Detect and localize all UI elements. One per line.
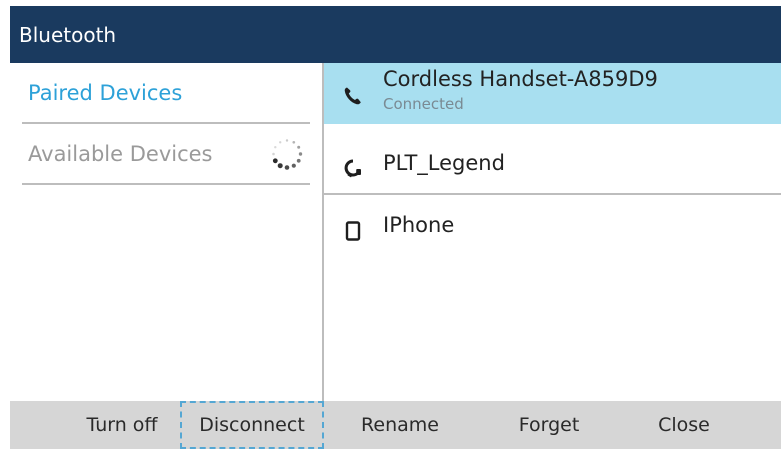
softkey-bar: Turn off Disconnect Rename Forget Close — [10, 401, 781, 449]
sidebar-item-available-devices[interactable]: Available Devices — [22, 124, 310, 185]
list-item-iphone[interactable]: IPhone — [324, 197, 781, 257]
device-name: Cordless Handset-A859D9 — [383, 67, 658, 91]
sidebar-item-label: Available Devices — [28, 141, 213, 166]
device-name: IPhone — [383, 213, 455, 237]
title-bar: Bluetooth — [10, 6, 781, 63]
list-item-plt-legend[interactable]: PLT_Legend — [324, 135, 781, 195]
rename-button[interactable]: Rename — [345, 401, 455, 449]
list-item-cordless-handset[interactable]: Cordless Handset-A859D9 Connected — [324, 63, 781, 124]
category-list: Paired Devices Available Devices — [10, 63, 324, 401]
bluetooth-screen: Bluetooth Paired Devices Available Devic… — [10, 6, 781, 449]
phone-handset-icon — [342, 85, 364, 107]
disconnect-button[interactable]: Disconnect — [180, 401, 324, 449]
sidebar-item-paired-devices[interactable]: Paired Devices — [22, 63, 310, 124]
close-button[interactable]: Close — [634, 401, 734, 449]
device-name: PLT_Legend — [383, 151, 505, 175]
forget-button[interactable]: Forget — [499, 401, 599, 449]
device-list: Cordless Handset-A859D9 Connected PLT_Le… — [324, 63, 781, 401]
headset-icon — [342, 157, 364, 179]
turn-off-button[interactable]: Turn off — [66, 401, 178, 449]
loading-spinner-icon — [272, 139, 303, 170]
sidebar-item-label: Paired Devices — [28, 80, 183, 105]
mobile-phone-icon — [342, 220, 364, 242]
device-status: Connected — [383, 95, 464, 113]
page-title: Bluetooth — [19, 22, 117, 47]
